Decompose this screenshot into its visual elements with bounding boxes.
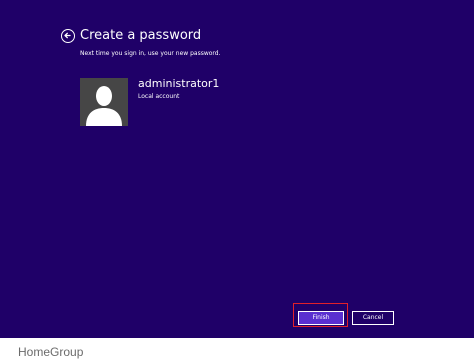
finish-button[interactable]: Finish bbox=[298, 311, 344, 325]
page-subtitle: Next time you sign in, use your new pass… bbox=[80, 50, 221, 57]
account-username: administrator1 bbox=[138, 77, 220, 90]
page-title: Create a password bbox=[80, 28, 202, 43]
avatar bbox=[80, 78, 128, 126]
homegroup-label: HomeGroup bbox=[18, 345, 84, 359]
account-type: Local account bbox=[138, 93, 180, 100]
user-silhouette-icon bbox=[86, 86, 122, 126]
wizard-panel: Create a password Next time you sign in,… bbox=[0, 0, 474, 338]
back-arrow-icon bbox=[64, 32, 71, 39]
cancel-button[interactable]: Cancel bbox=[352, 311, 394, 325]
back-button[interactable] bbox=[61, 29, 75, 43]
